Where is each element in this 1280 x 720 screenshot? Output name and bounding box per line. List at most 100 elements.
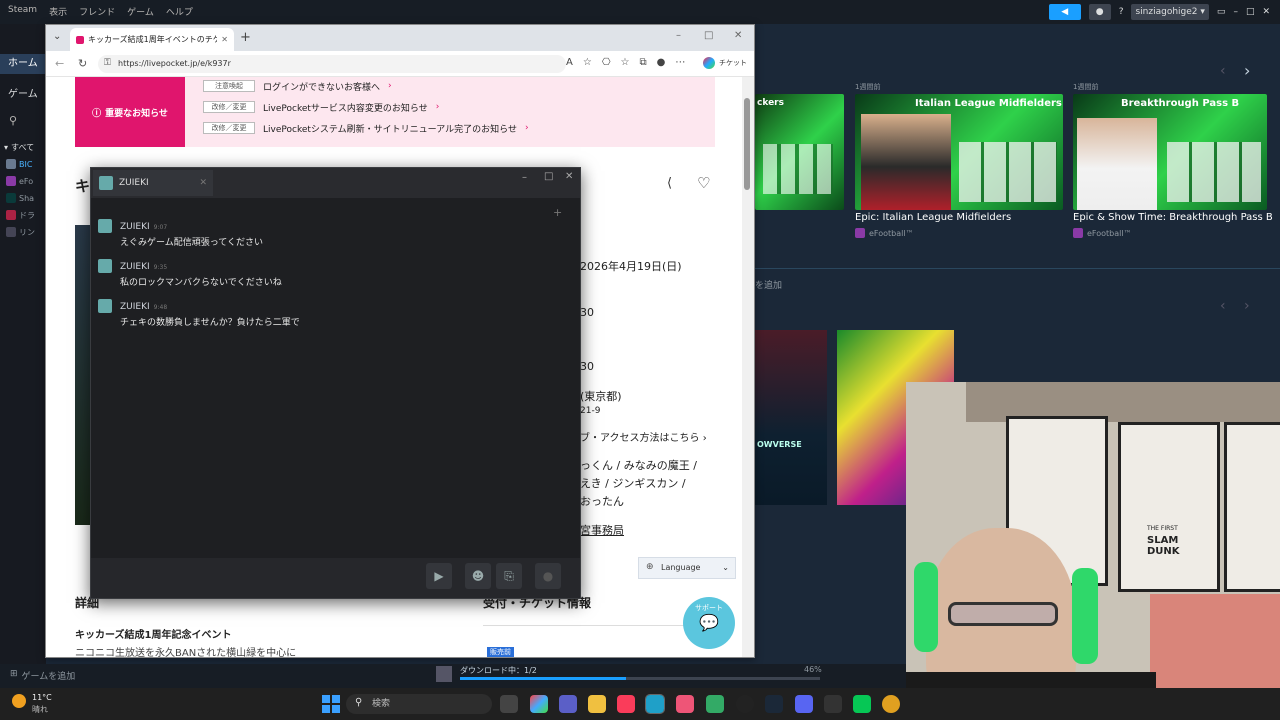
- library-item[interactable]: eFo: [6, 174, 46, 188]
- tab-close-icon[interactable]: ✕: [221, 35, 228, 44]
- game-thumbnail[interactable]: OWVERSE: [755, 330, 827, 505]
- emoji-icon[interactable]: ☻: [465, 563, 491, 589]
- collections-icon[interactable]: ⧉: [640, 57, 647, 68]
- copilot-icon[interactable]: [530, 695, 548, 713]
- card-title[interactable]: Epic & Show Time: Breakthrough Pass B: [1073, 212, 1273, 223]
- maximize-icon[interactable]: □: [1246, 7, 1255, 17]
- steam-menu-friends[interactable]: フレンド: [79, 5, 115, 18]
- edge-icon[interactable]: [645, 694, 665, 714]
- notice-link[interactable]: LivePocketサービス内容変更のお知らせ: [263, 101, 428, 114]
- tab-close-icon[interactable]: ✕: [199, 178, 207, 188]
- carousel-next-icon[interactable]: ›: [1244, 61, 1250, 80]
- megaphone-icon[interactable]: ◀: [1048, 4, 1081, 20]
- avatar[interactable]: [98, 299, 112, 313]
- nav-home[interactable]: ホーム: [0, 54, 46, 74]
- add-game-button[interactable]: ⊞ ゲームを追加: [10, 669, 75, 682]
- card-game[interactable]: eFootball™: [1073, 228, 1132, 238]
- notice-link[interactable]: LivePocketシステム刷新・サイトリニューアル完了のお知らせ: [263, 122, 517, 135]
- library-item[interactable]: リン: [6, 225, 46, 239]
- add-friend-icon[interactable]: +: [553, 206, 562, 219]
- app-icon[interactable]: [824, 695, 842, 713]
- back-icon[interactable]: ←: [55, 57, 64, 70]
- support-chat-button[interactable]: サポート 💬: [683, 597, 735, 649]
- steam-menu-help[interactable]: ヘルプ: [166, 5, 193, 18]
- obs-icon[interactable]: [736, 695, 754, 713]
- avatar[interactable]: [98, 259, 112, 273]
- windows-start-icon[interactable]: [322, 695, 340, 713]
- file-explorer-icon[interactable]: [588, 695, 606, 713]
- music-icon[interactable]: [617, 695, 635, 713]
- nav-game[interactable]: ゲーム: [0, 85, 46, 105]
- attach-icon[interactable]: ⎘: [496, 563, 522, 589]
- search-icon[interactable]: ⚲: [9, 114, 17, 127]
- organizer-link[interactable]: 宮事務局: [580, 522, 624, 538]
- carousel-prev-icon[interactable]: ‹: [1220, 298, 1226, 314]
- copilot-button[interactable]: チケット: [703, 57, 747, 69]
- maximize-icon[interactable]: □: [544, 171, 553, 182]
- avatar[interactable]: [98, 219, 112, 233]
- minimize-icon[interactable]: ▭: [1217, 7, 1226, 17]
- maximize-icon[interactable]: □: [704, 30, 713, 41]
- taskbar-search[interactable]: 検索: [346, 694, 492, 714]
- more-icon[interactable]: ⋯: [675, 57, 685, 68]
- line-icon[interactable]: [853, 695, 871, 713]
- share-icon[interactable]: ⟨: [667, 176, 672, 191]
- notice-item[interactable]: 注意喚起 ログインができないお客様へ ›: [203, 79, 392, 93]
- card-game[interactable]: eFootball™: [855, 228, 914, 238]
- refresh-icon[interactable]: ↻: [78, 57, 87, 70]
- close-icon[interactable]: ✕: [1262, 7, 1270, 17]
- new-tab-icon[interactable]: +: [240, 30, 251, 45]
- message-author[interactable]: ZUIEKI: [120, 262, 150, 272]
- account-menu[interactable]: sinziagohige2 ▾: [1131, 4, 1209, 20]
- browser-tab[interactable]: キッカーズ結成1周年イベントのチケット ✕: [70, 28, 234, 51]
- tab-list-icon[interactable]: ⌄: [53, 31, 61, 42]
- window-minimize-icon[interactable]: –: [676, 30, 681, 41]
- send-icon[interactable]: ▶: [426, 563, 452, 589]
- favorite-star-icon[interactable]: ☆: [583, 57, 592, 68]
- window-minimize-icon[interactable]: –: [522, 172, 527, 183]
- notice-link[interactable]: ログインができないお客様へ: [263, 80, 380, 93]
- library-all[interactable]: ▾ すべて: [4, 140, 44, 154]
- notice-item[interactable]: 改修／変更 LivePocketサービス内容変更のお知らせ ›: [203, 100, 439, 114]
- profile-icon[interactable]: ●: [657, 57, 666, 68]
- steam-icon[interactable]: [765, 695, 783, 713]
- message-author[interactable]: ZUIEKI: [120, 222, 150, 232]
- download-status[interactable]: ダウンロード中：1/2: [460, 665, 537, 676]
- app-icon[interactable]: [706, 695, 724, 713]
- chat-tab[interactable]: ZUIEKI ✕: [93, 170, 213, 196]
- library-item[interactable]: ドラ: [6, 208, 46, 222]
- help-icon[interactable]: ?: [1119, 7, 1124, 17]
- steam-menu-steam[interactable]: Steam: [8, 5, 37, 18]
- featured-card[interactable]: ckers: [755, 94, 844, 210]
- featured-card[interactable]: Breakthrough Pass B: [1073, 94, 1267, 210]
- discord-icon[interactable]: [795, 695, 813, 713]
- app-icon[interactable]: [676, 695, 694, 713]
- carousel-prev-icon[interactable]: ‹: [1220, 63, 1226, 79]
- close-icon[interactable]: ✕: [565, 171, 573, 182]
- read-aloud-icon[interactable]: A: [566, 57, 573, 68]
- scrollbar-thumb[interactable]: [744, 98, 750, 190]
- app-icon[interactable]: [882, 695, 900, 713]
- weather-icon[interactable]: [12, 694, 26, 708]
- carousel-next-icon[interactable]: ›: [1244, 298, 1250, 314]
- close-icon[interactable]: ✕: [734, 30, 742, 41]
- favorites-icon[interactable]: ☆: [621, 57, 630, 68]
- weather-temp[interactable]: 11°C: [32, 693, 52, 702]
- heart-icon[interactable]: ♡: [697, 174, 710, 192]
- card-title[interactable]: Epic: Italian League Midfielders: [855, 212, 1011, 223]
- notice-item[interactable]: 改修／変更 LivePocketシステム刷新・サイトリニューアル完了のお知らせ ›: [203, 121, 529, 135]
- bell-icon[interactable]: ●: [1088, 4, 1111, 20]
- task-view-icon[interactable]: [500, 695, 518, 713]
- access-link[interactable]: ブ・アクセス方法はこちら ›: [580, 429, 707, 444]
- teams-icon[interactable]: [559, 695, 577, 713]
- extensions-icon[interactable]: ⎔: [602, 57, 611, 68]
- steam-menu-view[interactable]: 表示: [49, 5, 67, 18]
- featured-card[interactable]: Italian League Midfielders: [855, 94, 1063, 210]
- voice-icon[interactable]: ●: [535, 563, 561, 589]
- message-author[interactable]: ZUIEKI: [120, 302, 150, 312]
- steam-menu-games[interactable]: ゲーム: [127, 5, 154, 18]
- library-item[interactable]: BIC: [6, 157, 46, 171]
- window-minimize-icon[interactable]: –: [1233, 7, 1238, 17]
- library-item[interactable]: Sha: [6, 191, 46, 205]
- url-field[interactable]: https://livepocket.jp/e/k937r: [98, 55, 566, 73]
